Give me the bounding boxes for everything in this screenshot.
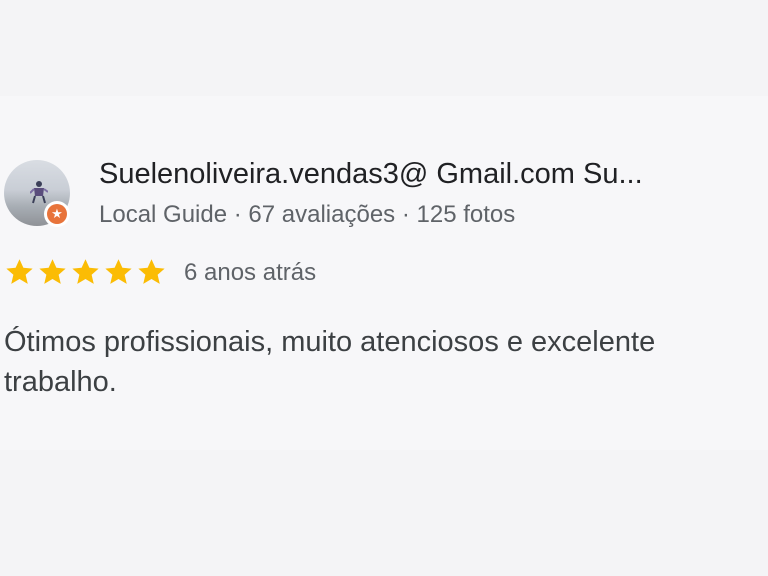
star-icon: [72, 259, 99, 284]
star-icon: [39, 259, 66, 284]
star-icon: ★: [47, 204, 67, 224]
background-bottom: [0, 450, 768, 576]
author-name[interactable]: Suelenoliveira.vendas3@ Gmail.com Su...: [99, 154, 739, 194]
review-text: Ótimos profissionais, muito atenciosos e…: [4, 326, 656, 398]
local-guide-badge: ★: [44, 201, 70, 227]
star-icon: [138, 259, 165, 284]
star-icon: [6, 259, 33, 284]
author-meta: Local Guide · 67 avaliações · 125 fotos: [99, 201, 516, 228]
review-date: 6 anos atrás: [184, 259, 317, 286]
star-rating: [4, 257, 167, 287]
star-icon: [105, 259, 132, 284]
avatar-photo-figure: [30, 181, 48, 204]
background-top: [0, 0, 768, 96]
